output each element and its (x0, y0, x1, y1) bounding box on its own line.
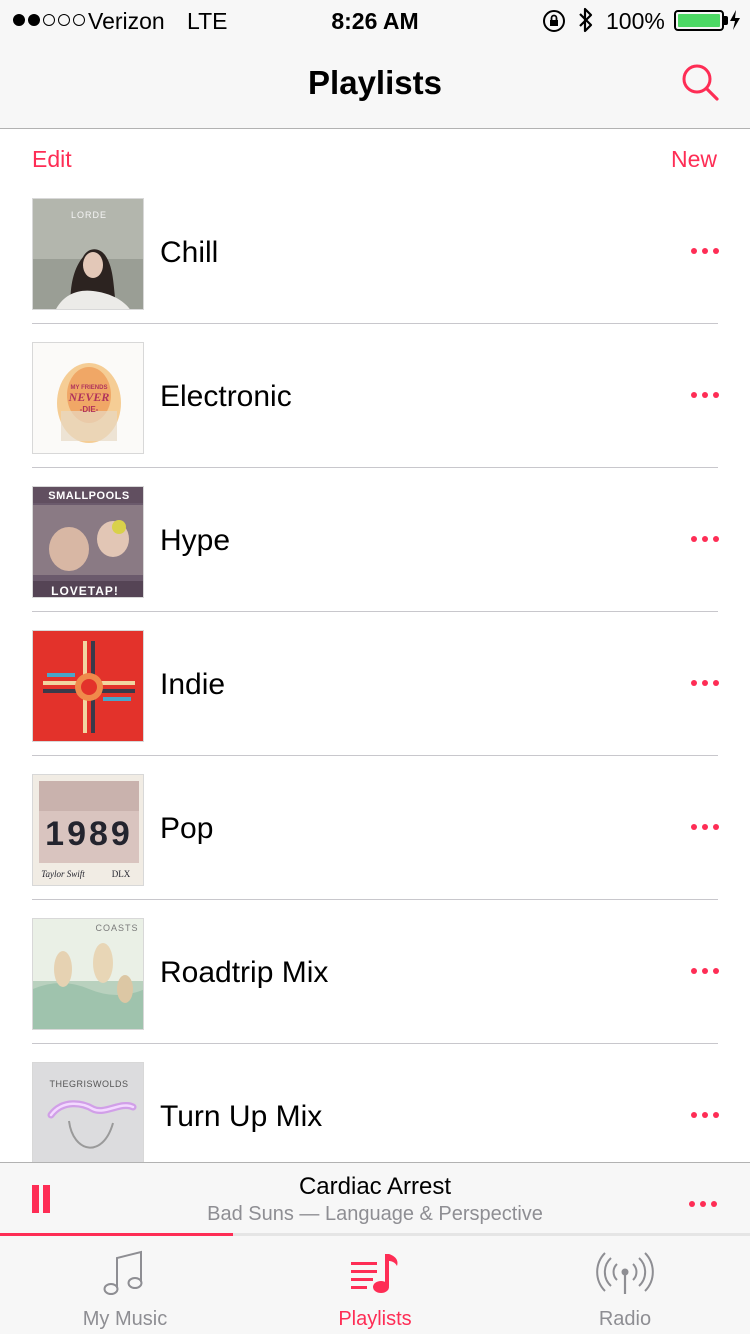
playlist-row-indie[interactable]: Indie (0, 612, 750, 756)
svg-text:Taylor Swift: Taylor Swift (41, 869, 85, 879)
page-title: Playlists (308, 64, 442, 101)
now-playing-title: Cardiac Arrest (298, 1173, 452, 1200)
battery-percent: 100% (606, 8, 665, 34)
mini-player[interactable]: Cardiac Arrest Bad Suns — Language & Per… (0, 1162, 750, 1236)
album-art-roadtrip-mix: COASTS (32, 918, 144, 1030)
tab-bar: My Music Playlists Radio (0, 1236, 750, 1334)
playlist-list: LORDE Chill MY FRIENDS NEVER -DIE- Elect… (0, 180, 750, 1162)
album-art-chill: LORDE (32, 198, 144, 310)
playlist-row-roadtrip-mix[interactable]: COASTS Roadtrip Mix (0, 900, 750, 1044)
tab-label: My Music (82, 1308, 168, 1330)
tab-my-music[interactable]: My Music (0, 1236, 250, 1334)
orientation-lock-icon (542, 9, 566, 39)
bluetooth-icon (577, 7, 595, 39)
more-options-icon[interactable] (690, 966, 720, 976)
playlist-name: Electronic (160, 380, 292, 413)
svg-text:LOVETAP!: LOVETAP! (51, 584, 119, 598)
playlist-name: Turn Up Mix (160, 1100, 323, 1133)
playlist-row-electronic[interactable]: MY FRIENDS NEVER -DIE- Electronic (0, 324, 750, 468)
album-art-electronic: MY FRIENDS NEVER -DIE- (32, 342, 144, 454)
more-options-icon[interactable] (690, 246, 720, 256)
top-bar: Verizon LTE 8:26 AM 100% Playlists (0, 0, 750, 129)
search-icon[interactable] (680, 62, 722, 104)
now-playing-more-icon[interactable] (688, 1196, 718, 1207)
more-options-icon[interactable] (690, 390, 720, 400)
playlist-name: Indie (160, 668, 226, 701)
album-art-turn-up-mix: THEGRISWOLDS (32, 1062, 144, 1162)
svg-text:LORDE: LORDE (71, 210, 107, 220)
more-options-icon[interactable] (690, 822, 720, 832)
status-bar: Verizon LTE 8:26 AM 100% (0, 0, 750, 40)
playlists-icon (345, 1246, 405, 1302)
svg-text:-DIE-: -DIE- (80, 405, 99, 414)
album-art-hype: SMALLPOOLS LOVETAP! (32, 486, 144, 598)
music-note-icon (95, 1246, 155, 1302)
tab-label: Radio (598, 1308, 652, 1330)
more-options-icon[interactable] (690, 678, 720, 688)
album-art-indie (32, 630, 144, 742)
new-playlist-button[interactable]: New (671, 146, 717, 173)
playlist-name: Roadtrip Mix (160, 956, 329, 989)
svg-text:SMALLPOOLS: SMALLPOOLS (48, 490, 129, 502)
more-options-icon[interactable] (690, 534, 720, 544)
more-options-icon[interactable] (690, 1110, 720, 1120)
tab-radio[interactable]: Radio (500, 1236, 750, 1334)
svg-text:DLX: DLX (112, 869, 131, 879)
playlist-name: Chill (160, 236, 219, 269)
playlist-row-chill[interactable]: LORDE Chill (0, 180, 750, 324)
svg-text:THEGRISWOLDS: THEGRISWOLDS (49, 1079, 128, 1089)
svg-text:1989: 1989 (45, 815, 133, 853)
battery-icon (674, 10, 724, 31)
svg-text:NEVER: NEVER (68, 390, 110, 404)
tab-label: Playlists (338, 1308, 412, 1330)
album-art-pop: 1989 Taylor Swift DLX (32, 774, 144, 886)
tab-playlists[interactable]: Playlists (250, 1236, 500, 1334)
playlist-row-hype[interactable]: SMALLPOOLS LOVETAP! Hype (0, 468, 750, 612)
playlist-name: Pop (160, 812, 214, 845)
charging-icon (728, 9, 742, 37)
edit-button[interactable]: Edit (32, 146, 72, 173)
playlist-row-turn-up-mix[interactable]: THEGRISWOLDS Turn Up Mix (0, 1044, 750, 1162)
playlist-name: Hype (160, 524, 231, 557)
now-playing-subtitle: Bad Suns — Language & Perspective (207, 1203, 543, 1225)
radio-antenna-icon (595, 1246, 655, 1302)
svg-text:COASTS: COASTS (95, 923, 138, 933)
playlist-row-pop[interactable]: 1989 Taylor Swift DLX Pop (0, 756, 750, 900)
